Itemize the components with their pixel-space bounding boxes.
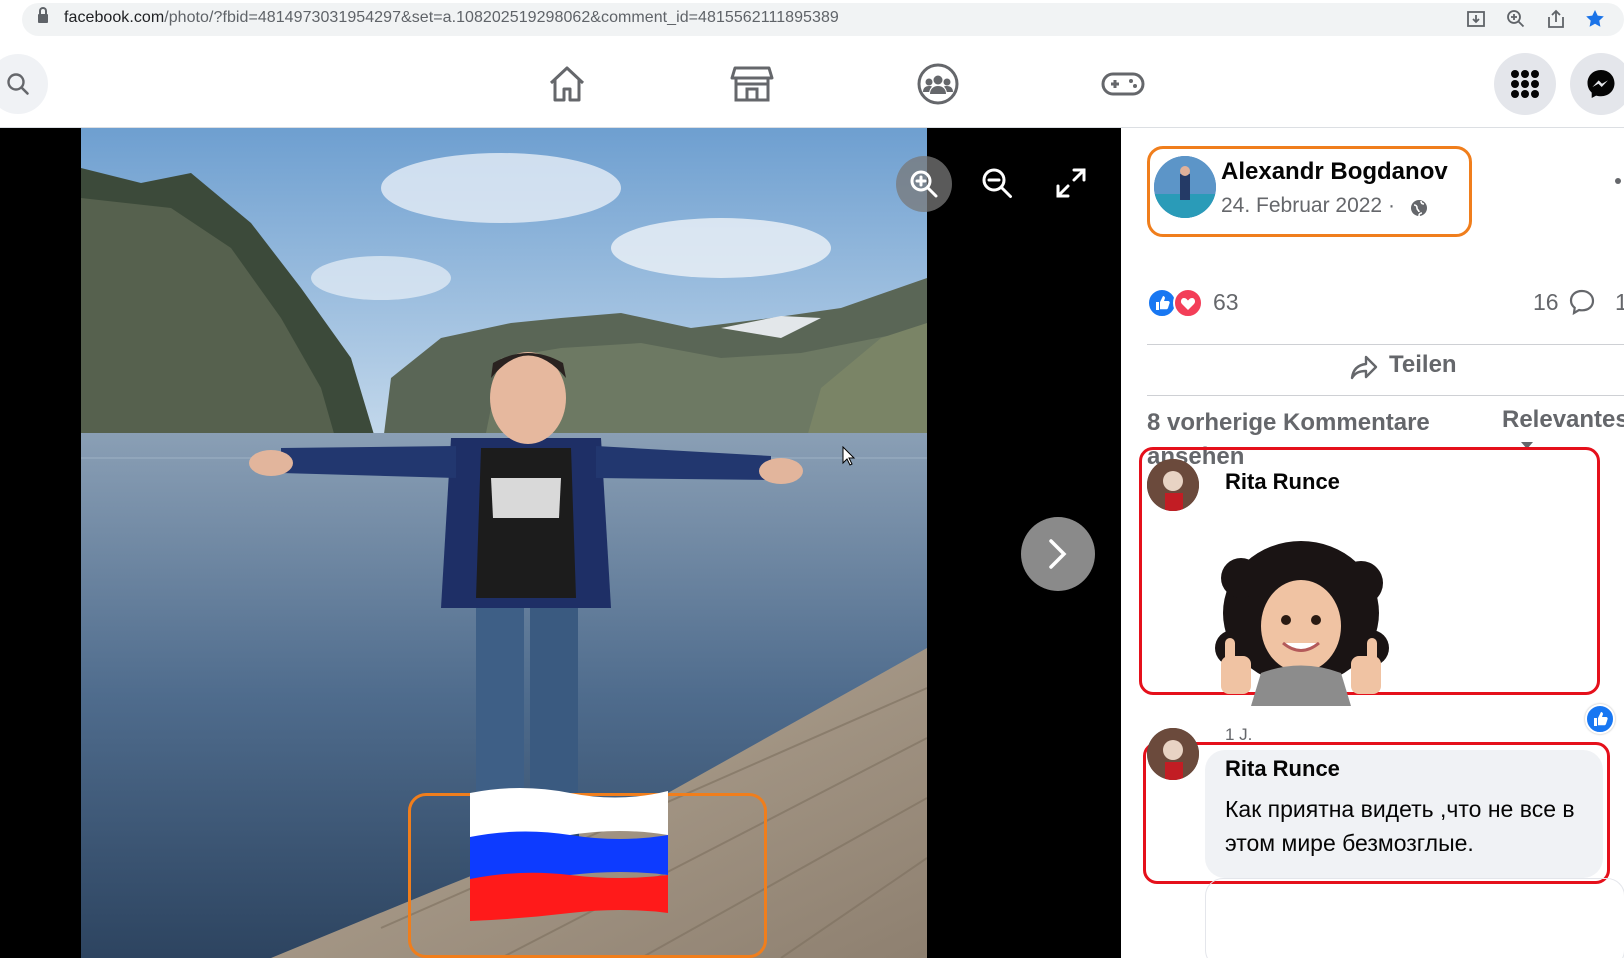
gaming-icon[interactable] <box>1101 62 1145 106</box>
search-button[interactable] <box>0 54 48 114</box>
next-photo-button[interactable] <box>1021 517 1095 591</box>
author-name[interactable]: Alexandr Bogdanov <box>1221 158 1448 186</box>
zoom-out-icon[interactable] <box>978 164 1016 202</box>
avatar-thumbs-up-sticker <box>1215 541 1389 706</box>
search-icon <box>7 73 29 95</box>
facebook-header <box>0 40 1624 128</box>
comment-text: Как приятна видеть ,что не все в этом ми… <box>1225 796 1575 856</box>
zoom-in-button[interactable] <box>896 156 952 212</box>
bookmark-star-icon[interactable] <box>1584 8 1606 30</box>
next-icon <box>1049 539 1067 569</box>
russian-flag-sticker <box>470 788 668 921</box>
author-avatar[interactable] <box>1154 156 1216 218</box>
install-icon[interactable] <box>1465 8 1487 30</box>
marketplace-icon[interactable] <box>730 62 774 106</box>
comment-input-area[interactable] <box>1205 878 1624 958</box>
home-icon[interactable] <box>545 62 589 106</box>
commenter-avatar[interactable] <box>1147 459 1199 511</box>
messenger-button[interactable] <box>1570 53 1624 115</box>
zoom-icon[interactable] <box>1505 8 1527 30</box>
groups-icon[interactable] <box>916 62 960 106</box>
comment-like-icon <box>1585 704 1615 734</box>
sort-comments-dropdown[interactable]: Relevantes <box>1502 406 1624 434</box>
post-photo[interactable] <box>81 128 927 958</box>
url-text[interactable]: facebook.com/photo/?fbid=481497303195429… <box>64 9 839 27</box>
more-options-icon[interactable] <box>1615 178 1621 184</box>
commenter-avatar[interactable] <box>1147 728 1199 780</box>
menu-button[interactable] <box>1494 53 1556 115</box>
reaction-count[interactable]: 63 <box>1213 289 1239 316</box>
comment-icon[interactable] <box>1568 288 1596 316</box>
share-page-icon[interactable] <box>1545 8 1567 30</box>
post-date[interactable]: 24. Februar 2022 · <box>1221 194 1395 218</box>
lock-icon[interactable] <box>38 7 48 23</box>
commenter-name[interactable]: Rita Runce <box>1225 756 1340 782</box>
zoom-in-icon <box>910 170 938 198</box>
share-button[interactable]: Teilen <box>1389 351 1457 379</box>
url-path: /photo/?fbid=4814973031954297&set=a.1082… <box>164 9 839 26</box>
divider <box>1147 344 1624 345</box>
commenter-name[interactable]: Rita Runce <box>1225 469 1340 495</box>
messenger-icon <box>1587 70 1615 98</box>
photo-viewer <box>0 128 1121 958</box>
post-details-panel: Alexandr Bogdanov 24. Februar 2022 · 63 … <box>1121 128 1624 958</box>
share-icon[interactable] <box>1349 352 1379 382</box>
globe-icon <box>1411 200 1427 217</box>
share-count[interactable]: 1 <box>1615 289 1624 316</box>
divider <box>1147 395 1624 396</box>
url-host: facebook.com <box>64 9 165 26</box>
browser-address-bar: facebook.com/photo/?fbid=481497303195429… <box>0 0 1624 40</box>
comment-count[interactable]: 16 <box>1533 289 1559 316</box>
fullscreen-icon[interactable] <box>1052 164 1090 202</box>
menu-grid-icon <box>1511 70 1539 98</box>
mouse-cursor-icon <box>842 446 856 466</box>
love-reaction-icon <box>1173 288 1203 318</box>
